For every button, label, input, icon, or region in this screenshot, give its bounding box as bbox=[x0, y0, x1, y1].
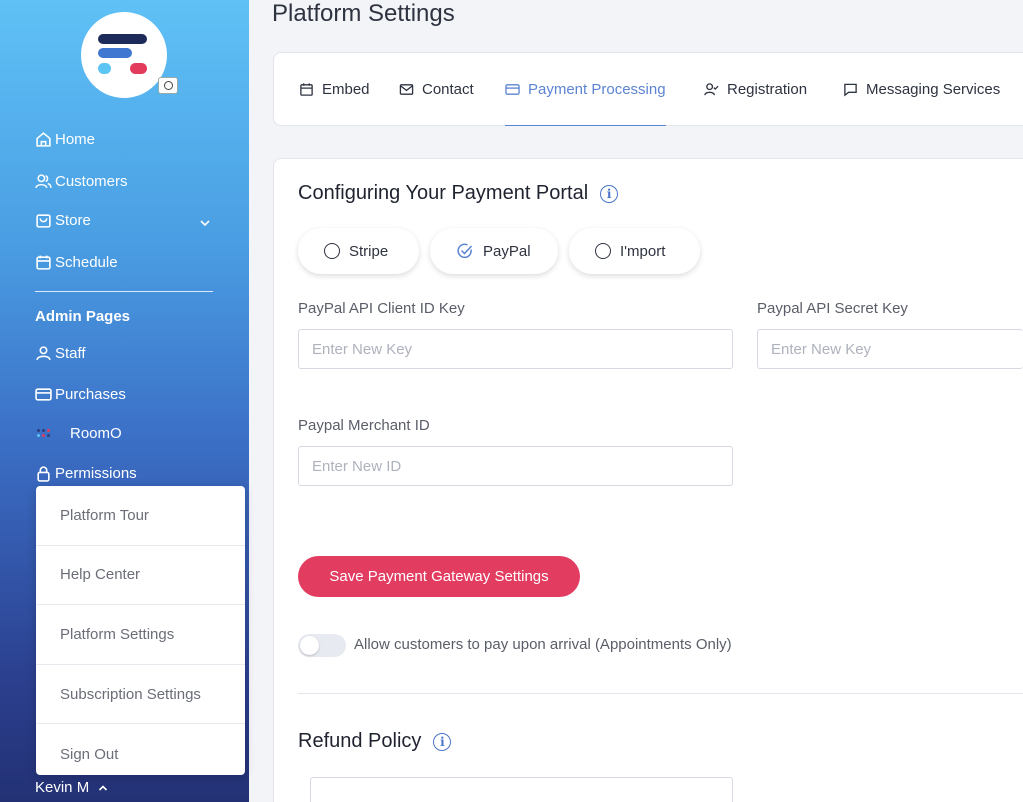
refund-policy-input[interactable] bbox=[310, 777, 733, 802]
home-icon bbox=[36, 132, 51, 147]
user-icon bbox=[36, 346, 51, 361]
menu-item-platform-settings[interactable]: Platform Settings bbox=[36, 605, 245, 665]
provider-paypal[interactable]: PayPal bbox=[430, 228, 558, 274]
calendar-icon bbox=[300, 83, 313, 96]
customers-icon bbox=[35, 174, 52, 189]
info-icon[interactable]: i bbox=[433, 732, 452, 751]
refund-policy-heading: Refund Policy i bbox=[298, 730, 452, 753]
sidebar-item-label: Store bbox=[55, 212, 91, 229]
menu-item-sign-out[interactable]: Sign Out bbox=[36, 724, 245, 784]
sidebar-item-label: Permissions bbox=[55, 465, 137, 482]
mail-icon bbox=[399, 84, 414, 95]
section-title-text: Configuring Your Payment Portal bbox=[298, 182, 589, 204]
merchant-id-input[interactable]: Enter New ID bbox=[298, 446, 733, 486]
store-icon bbox=[36, 214, 51, 228]
save-payment-gateway-button[interactable]: Save Payment Gateway Settings bbox=[298, 556, 580, 597]
secret-key-input[interactable]: Enter New Key bbox=[757, 329, 1023, 369]
sidebar-item-permissions[interactable]: Permissions bbox=[35, 465, 137, 482]
settings-tabs: Embed Contact Payment Processing Registr… bbox=[273, 52, 1023, 126]
sidebar-item-staff[interactable]: Staff bbox=[35, 345, 86, 362]
sidebar-item-label: Customers bbox=[55, 173, 128, 190]
tab-label: Contact bbox=[422, 81, 474, 98]
calendar-icon bbox=[36, 255, 51, 270]
tab-messaging-services[interactable]: Messaging Services bbox=[843, 53, 1000, 126]
merchant-id-label: Paypal Merchant ID bbox=[298, 417, 430, 434]
chat-icon bbox=[844, 83, 857, 97]
sidebar-divider bbox=[35, 291, 213, 292]
provider-label: PayPal bbox=[483, 242, 531, 260]
tab-label: Messaging Services bbox=[866, 81, 1001, 98]
client-id-input[interactable]: Enter New Key bbox=[298, 329, 733, 369]
menu-item-help-center[interactable]: Help Center bbox=[36, 546, 245, 606]
payment-portal-heading: Configuring Your Payment Portal i bbox=[298, 182, 619, 205]
sidebar-item-label: RoomO bbox=[70, 425, 122, 442]
pay-on-arrival-label: Allow customers to pay upon arrival (App… bbox=[354, 636, 732, 653]
radio-unchecked-icon bbox=[595, 243, 611, 259]
provider-label: I'mport bbox=[620, 242, 666, 260]
provider-stripe[interactable]: Stripe bbox=[298, 228, 419, 274]
sidebar-item-label: Staff bbox=[55, 345, 86, 362]
tab-label: Registration bbox=[727, 81, 808, 98]
sidebar-item-home[interactable]: Home bbox=[35, 131, 95, 148]
secret-key-label: Paypal API Secret Key bbox=[757, 300, 908, 317]
sidebar-item-label: Purchases bbox=[55, 386, 126, 403]
provider-label: Stripe bbox=[349, 242, 389, 260]
sidebar-item-customers[interactable]: Customers bbox=[35, 173, 128, 190]
sidebar-item-schedule[interactable]: Schedule bbox=[35, 254, 118, 271]
info-icon[interactable]: i bbox=[600, 184, 619, 203]
company-logo[interactable] bbox=[81, 12, 167, 98]
page-title: Platform Settings bbox=[272, 0, 455, 27]
roomo-icon bbox=[35, 425, 55, 442]
tab-registration[interactable]: Registration bbox=[704, 53, 807, 126]
client-id-label: PayPal API Client ID Key bbox=[298, 300, 465, 317]
tab-embed[interactable]: Embed bbox=[299, 53, 370, 126]
user-popup-menu: Platform Tour Help Center Platform Setti… bbox=[36, 486, 245, 775]
check-circle-icon bbox=[457, 243, 473, 259]
chevron-down-icon[interactable] bbox=[198, 216, 212, 230]
radio-unchecked-icon bbox=[324, 243, 340, 259]
tab-label: Embed bbox=[322, 81, 370, 98]
menu-item-subscription-settings[interactable]: Subscription Settings bbox=[36, 665, 245, 725]
card-icon bbox=[505, 83, 520, 95]
sidebar-item-purchases[interactable]: Purchases bbox=[35, 386, 126, 403]
sidebar-item-label: Schedule bbox=[55, 254, 118, 271]
lock-icon bbox=[37, 466, 50, 482]
provider-import[interactable]: I'mport bbox=[569, 228, 700, 274]
admin-pages-heading: Admin Pages bbox=[35, 308, 131, 325]
pay-on-arrival-toggle[interactable] bbox=[298, 634, 346, 657]
section-divider bbox=[298, 693, 1023, 694]
sidebar-item-label: Home bbox=[55, 131, 96, 148]
tab-payment-processing[interactable]: Payment Processing bbox=[505, 53, 666, 126]
sidebar-item-roomo[interactable]: RoomO bbox=[35, 425, 122, 442]
tab-contact[interactable]: Contact bbox=[399, 53, 474, 126]
camera-icon[interactable] bbox=[158, 77, 178, 94]
user-check-icon bbox=[704, 83, 719, 96]
card-icon bbox=[35, 388, 52, 401]
sidebar-item-store[interactable]: Store bbox=[35, 212, 91, 229]
menu-item-platform-tour[interactable]: Platform Tour bbox=[36, 486, 245, 546]
section-title-text: Refund Policy bbox=[298, 730, 422, 752]
tab-label: Payment Processing bbox=[528, 80, 666, 98]
